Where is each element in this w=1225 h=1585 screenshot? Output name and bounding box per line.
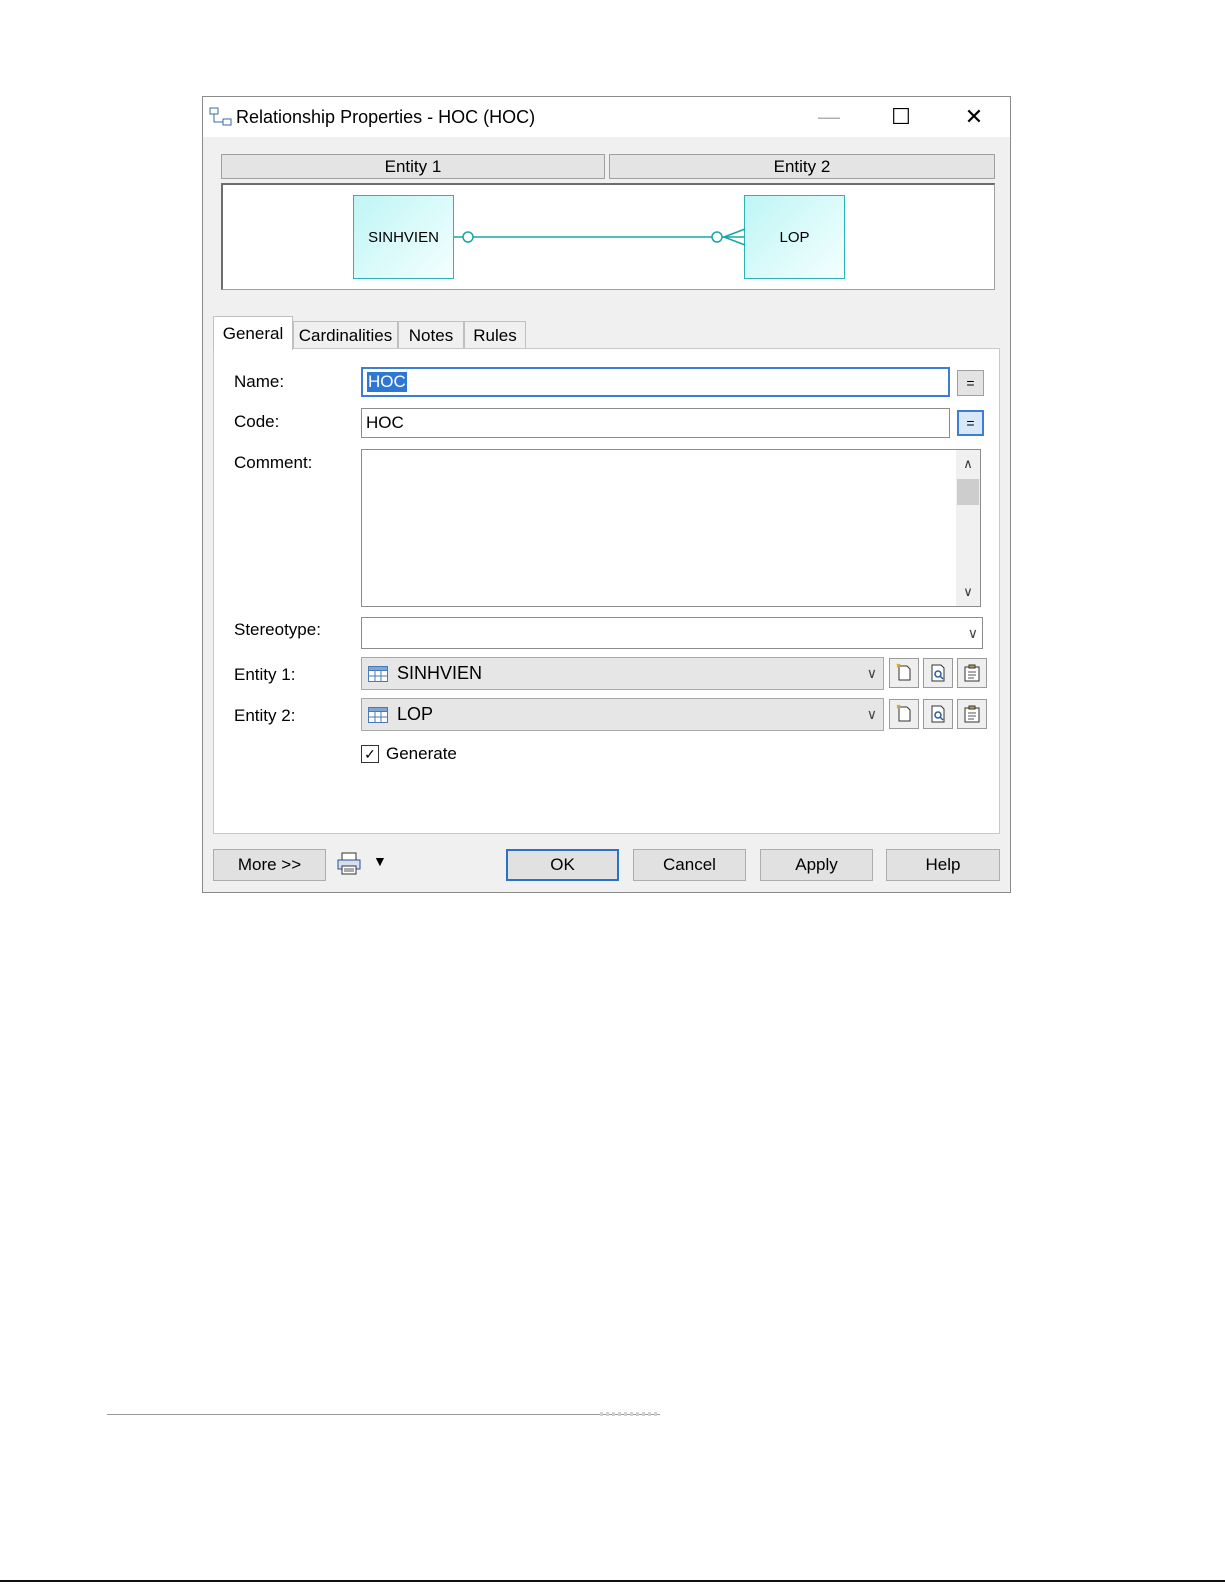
properties-icon xyxy=(964,664,980,682)
entity2-browse-button[interactable] xyxy=(923,699,953,729)
name-field[interactable]: HOC xyxy=(361,367,950,397)
entity2-combobox[interactable]: LOP ∨ xyxy=(361,698,884,731)
diagram-entity-lop: LOP xyxy=(744,195,845,279)
separator-dots xyxy=(600,1412,660,1416)
name-label: Name: xyxy=(234,372,285,391)
help-button[interactable]: Help xyxy=(886,849,1000,881)
scroll-thumb[interactable] xyxy=(957,479,979,505)
scroll-down-icon[interactable]: ∨ xyxy=(956,581,980,603)
name-value: HOC xyxy=(367,372,407,392)
diagram-entity-sinhvien: SINHVIEN xyxy=(353,195,454,279)
entity2-properties-button[interactable] xyxy=(957,699,987,729)
code-label: Code: xyxy=(234,412,280,431)
entity1-browse-button[interactable] xyxy=(923,658,953,688)
tab-notes[interactable]: Notes xyxy=(398,321,464,349)
generate-checkbox[interactable]: ✓ xyxy=(361,745,379,763)
maximize-button[interactable]: ☐ xyxy=(878,97,924,137)
tab-general[interactable]: General xyxy=(213,316,293,350)
code-equal-button[interactable]: = xyxy=(957,410,984,436)
properties-icon xyxy=(964,705,980,723)
relationship-icon xyxy=(209,107,232,126)
relationship-properties-dialog: Relationship Properties - HOC (HOC) — ☐ … xyxy=(202,96,1011,893)
entity1-properties-button[interactable] xyxy=(957,658,987,688)
new-icon xyxy=(896,663,911,681)
general-panel: Name: HOC = Code: HOC = Comment: ∧ ∨ Ste… xyxy=(213,348,1000,834)
close-button[interactable]: ✕ xyxy=(951,97,997,137)
page-bottom-border xyxy=(0,1580,1225,1582)
ok-button[interactable]: OK xyxy=(506,849,619,881)
entity2-value: LOP xyxy=(397,704,434,724)
comment-textarea[interactable]: ∧ ∨ xyxy=(361,449,981,607)
stereotype-combobox[interactable]: ∨ xyxy=(361,617,983,649)
table-icon xyxy=(368,706,388,723)
comment-label: Comment: xyxy=(234,453,313,472)
browse-icon xyxy=(931,664,945,682)
minimize-button[interactable]: — xyxy=(806,97,852,137)
title-bar[interactable]: Relationship Properties - HOC (HOC) — ☐ … xyxy=(203,97,1010,137)
entity1-combobox[interactable]: SINHVIEN ∨ xyxy=(361,657,884,690)
print-dropdown-arrow-icon[interactable]: ▼ xyxy=(373,853,387,869)
entity2-column-header: Entity 2 xyxy=(609,154,995,179)
printer-icon[interactable] xyxy=(336,852,362,876)
footnote-separator xyxy=(107,1412,660,1416)
name-equal-button[interactable]: = xyxy=(957,370,984,396)
browse-icon xyxy=(931,705,945,723)
generate-label[interactable]: Generate xyxy=(386,744,457,764)
apply-button[interactable]: Apply xyxy=(760,849,873,881)
code-field[interactable]: HOC xyxy=(361,408,950,438)
entity1-column-header: Entity 1 xyxy=(221,154,605,179)
table-icon xyxy=(368,665,388,682)
chevron-down-icon[interactable]: ∨ xyxy=(867,658,877,689)
tab-rules[interactable]: Rules xyxy=(464,321,526,349)
chevron-down-icon[interactable]: ∨ xyxy=(968,618,978,648)
entity2-label: Entity 2: xyxy=(234,706,296,725)
entity1-value: SINHVIEN xyxy=(397,663,483,683)
more-button[interactable]: More >> xyxy=(213,849,326,881)
chevron-down-icon[interactable]: ∨ xyxy=(867,699,877,730)
entity1-label: Entity 1: xyxy=(234,665,296,684)
scroll-up-icon[interactable]: ∧ xyxy=(956,453,980,475)
relationship-line xyxy=(454,228,746,246)
new-icon xyxy=(896,704,911,722)
stereotype-label: Stereotype: xyxy=(234,620,321,639)
entity1-new-button[interactable] xyxy=(889,658,919,688)
window-title: Relationship Properties - HOC (HOC) xyxy=(236,107,536,127)
cancel-button[interactable]: Cancel xyxy=(633,849,746,881)
entity2-new-button[interactable] xyxy=(889,699,919,729)
comment-scrollbar[interactable]: ∧ ∨ xyxy=(956,450,980,606)
tab-cardinalities[interactable]: Cardinalities xyxy=(293,321,398,349)
